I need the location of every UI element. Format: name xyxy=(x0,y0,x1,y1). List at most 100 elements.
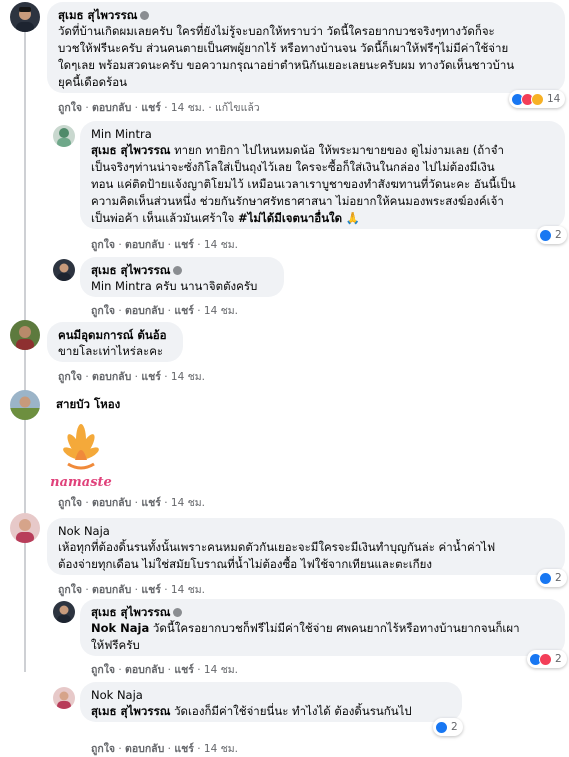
timestamp[interactable]: 14 ชม. xyxy=(204,305,238,317)
comment-line-text: ทายก ทายิกา ไปไหนหมดน้อ ให้พระมาขายของ ด… xyxy=(170,143,504,157)
comment-bubble: Min Mintra สุเมธ สุไพวรรณ ทายก ทายิกา ไป… xyxy=(80,121,565,229)
comment-author[interactable]: Min Mintra xyxy=(91,127,554,142)
like-icon xyxy=(435,720,448,734)
avatar[interactable] xyxy=(10,513,40,543)
mention-link[interactable]: Nok Naja xyxy=(91,621,149,635)
comment-line: Nok Naja วัดนี้ใครอยากบวชก็ฟรีไม่มีค่าใช… xyxy=(91,620,554,637)
timestamp[interactable]: 14 ชม. xyxy=(171,102,205,114)
timestamp[interactable]: 14 ชม. xyxy=(204,664,238,676)
share-button[interactable]: แชร์ xyxy=(141,497,161,509)
comment-text: วัดที่บ้านเกิดผมเลยครับ ใครที่ยังไม่รู้จ… xyxy=(58,23,554,91)
separator: · xyxy=(85,371,89,383)
comment-actions: ถูกใจ · ตอบกลับ · แชร์ · 14 ชม. xyxy=(91,661,238,678)
comment-line: ทอน แค่ติดป้ายแจ้งญาติโยมไว้ เหมือนเวลาเ… xyxy=(91,177,516,191)
reaction-summary[interactable]: 2 xyxy=(537,569,567,587)
comment-author[interactable]: คนมีอุดมการณ์ ต้นอ้อ xyxy=(58,328,172,343)
reply-button[interactable]: ตอบกลับ xyxy=(92,102,131,114)
reply-button[interactable]: ตอบกลับ xyxy=(92,584,131,596)
comment-line-text: วัดเองก็มีค่าใช้จ่ายนี่นะ ทำไงได้ ต้องดิ… xyxy=(170,704,412,718)
comment-actions: ถูกใจ · ตอบกลับ · แชร์ · 14 ชม. · แก้ไขแ… xyxy=(58,99,260,116)
like-button[interactable]: ถูกใจ xyxy=(91,305,115,317)
comment-actions: ถูกใจ · ตอบกลับ · แชร์ · 14 ชม. xyxy=(58,494,205,511)
profile-badge-icon xyxy=(140,11,150,20)
reply-button[interactable]: ตอบกลับ xyxy=(125,664,164,676)
separator: · xyxy=(197,305,201,317)
timestamp[interactable]: 14 ชม. xyxy=(171,497,205,509)
like-button[interactable]: ถูกใจ xyxy=(58,371,82,383)
hashtag-link[interactable]: #ไม่ได้มีเจตนาอื่นใด xyxy=(238,211,342,225)
reply-button[interactable]: ตอบกลับ xyxy=(92,497,131,509)
separator: · xyxy=(85,497,89,509)
comment-author[interactable]: Nok Naja xyxy=(58,524,554,539)
comment-line: เป็นจริงๆท่านน่าจะซั่งกิโลใส่เป็นถุงไว้เ… xyxy=(91,160,495,174)
comment-line: เป็นพ่อค้า เห็นแล้วมันเศร้าใจ #ไม่ได้มีเ… xyxy=(91,210,554,227)
separator: · xyxy=(134,102,138,114)
comment-line: เห้อทุกที่ต้องดิ้นรนทั้งนั้นเพราะคนหมดตั… xyxy=(58,540,496,554)
reaction-count: 2 xyxy=(451,721,458,733)
share-button[interactable]: แชร์ xyxy=(174,664,194,676)
timestamp[interactable]: 14 ชม. xyxy=(204,239,238,251)
reaction-summary[interactable]: 2 xyxy=(537,226,567,244)
comment-line: ยุคนี้เดือดร้อน xyxy=(58,75,128,89)
comment-author[interactable]: สุเมธ สุไพวรรณ xyxy=(91,605,170,619)
avatar[interactable] xyxy=(10,2,40,32)
share-button[interactable]: แชร์ xyxy=(141,102,161,114)
avatar[interactable] xyxy=(53,601,75,623)
comment-author[interactable]: สายบัว โหอง xyxy=(56,397,120,412)
separator: · xyxy=(118,305,122,317)
separator: · xyxy=(164,102,168,114)
reply-button[interactable]: ตอบกลับ xyxy=(92,371,131,383)
separator: · xyxy=(118,743,122,755)
comment-bubble: สุเมธ สุไพวรรณ Nok Naja วัดนี้ใครอยากบวช… xyxy=(80,599,565,656)
like-button[interactable]: ถูกใจ xyxy=(91,743,115,755)
reply-button[interactable]: ตอบกลับ xyxy=(125,743,164,755)
reaction-summary[interactable]: 2 xyxy=(433,718,463,736)
separator: · xyxy=(167,664,171,676)
comment-line: ความคิดเห็นส่วนหนึ่ง ช่วยกันรักษาศรัทธาศ… xyxy=(91,194,504,208)
comment-author[interactable]: Nok Naja xyxy=(91,688,451,703)
like-button[interactable]: ถูกใจ xyxy=(91,239,115,251)
timestamp[interactable]: 14 ชม. xyxy=(171,584,205,596)
separator: · xyxy=(134,371,138,383)
separator: · xyxy=(164,371,168,383)
avatar[interactable] xyxy=(10,390,40,420)
comment-text: สุเมธ สุไพวรรณ วัดเองก็มีค่าใช้จ่ายนี่นะ… xyxy=(91,703,451,720)
comment-bubble: Nok Naja เห้อทุกที่ต้องดิ้นรนทั้งนั้นเพร… xyxy=(47,518,565,575)
avatar[interactable] xyxy=(10,320,40,350)
namaste-sticker: namaste xyxy=(46,420,116,490)
reply-button[interactable]: ตอบกลับ xyxy=(125,305,164,317)
comment-actions: ถูกใจ · ตอบกลับ · แชร์ · 14 ชม. xyxy=(58,581,205,598)
comment-author[interactable]: สุเมธ สุไพวรรณ xyxy=(58,8,137,22)
separator: · xyxy=(85,584,89,596)
share-button[interactable]: แชร์ xyxy=(141,371,161,383)
avatar[interactable] xyxy=(53,259,75,281)
love-icon xyxy=(539,652,552,666)
share-button[interactable]: แชร์ xyxy=(141,584,161,596)
separator: · xyxy=(118,664,122,676)
reply-button[interactable]: ตอบกลับ xyxy=(125,239,164,251)
like-button[interactable]: ถูกใจ xyxy=(91,664,115,676)
separator: · xyxy=(167,305,171,317)
separator: · xyxy=(134,497,138,509)
avatar[interactable] xyxy=(53,687,75,709)
timestamp[interactable]: 14 ชม. xyxy=(204,743,238,755)
share-button[interactable]: แชร์ xyxy=(174,305,194,317)
separator: · xyxy=(134,584,138,596)
timestamp[interactable]: 14 ชม. xyxy=(171,371,205,383)
like-button[interactable]: ถูกใจ xyxy=(58,497,82,509)
like-button[interactable]: ถูกใจ xyxy=(58,102,82,114)
share-button[interactable]: แชร์ xyxy=(174,239,194,251)
comment-text: Nok Naja วัดนี้ใครอยากบวชก็ฟรีไม่มีค่าใช… xyxy=(91,620,554,654)
avatar[interactable] xyxy=(53,125,75,147)
reaction-summary[interactable]: 14 xyxy=(509,90,566,108)
mention-link[interactable]: สุเมธ สุไพวรรณ xyxy=(91,704,170,718)
comment-line: ใดๆเลย พร้อมสวดนะครับ ขอความกรุณาอย่าตำห… xyxy=(58,58,515,72)
separator: · xyxy=(85,102,89,114)
comment-author[interactable]: สุเมธ สุไพวรรณ xyxy=(91,263,170,277)
reaction-count: 2 xyxy=(555,572,562,584)
reaction-summary[interactable]: 2 xyxy=(527,650,567,668)
separator: · xyxy=(197,239,201,251)
share-button[interactable]: แชร์ xyxy=(174,743,194,755)
like-button[interactable]: ถูกใจ xyxy=(58,584,82,596)
mention-link[interactable]: สุเมธ สุไพวรรณ xyxy=(91,143,170,157)
